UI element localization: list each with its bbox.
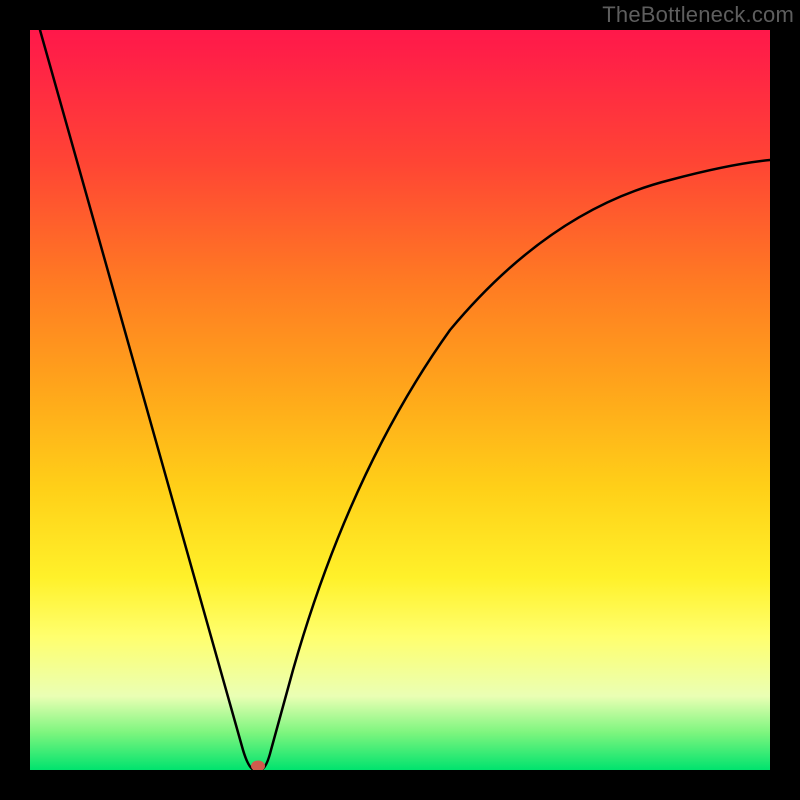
plot-area	[30, 30, 770, 770]
watermark-text: TheBottleneck.com	[602, 2, 794, 28]
chart-frame: TheBottleneck.com	[0, 0, 800, 800]
bottleneck-curve	[40, 30, 770, 770]
chart-svg	[30, 30, 770, 770]
min-point-marker	[251, 761, 265, 771]
